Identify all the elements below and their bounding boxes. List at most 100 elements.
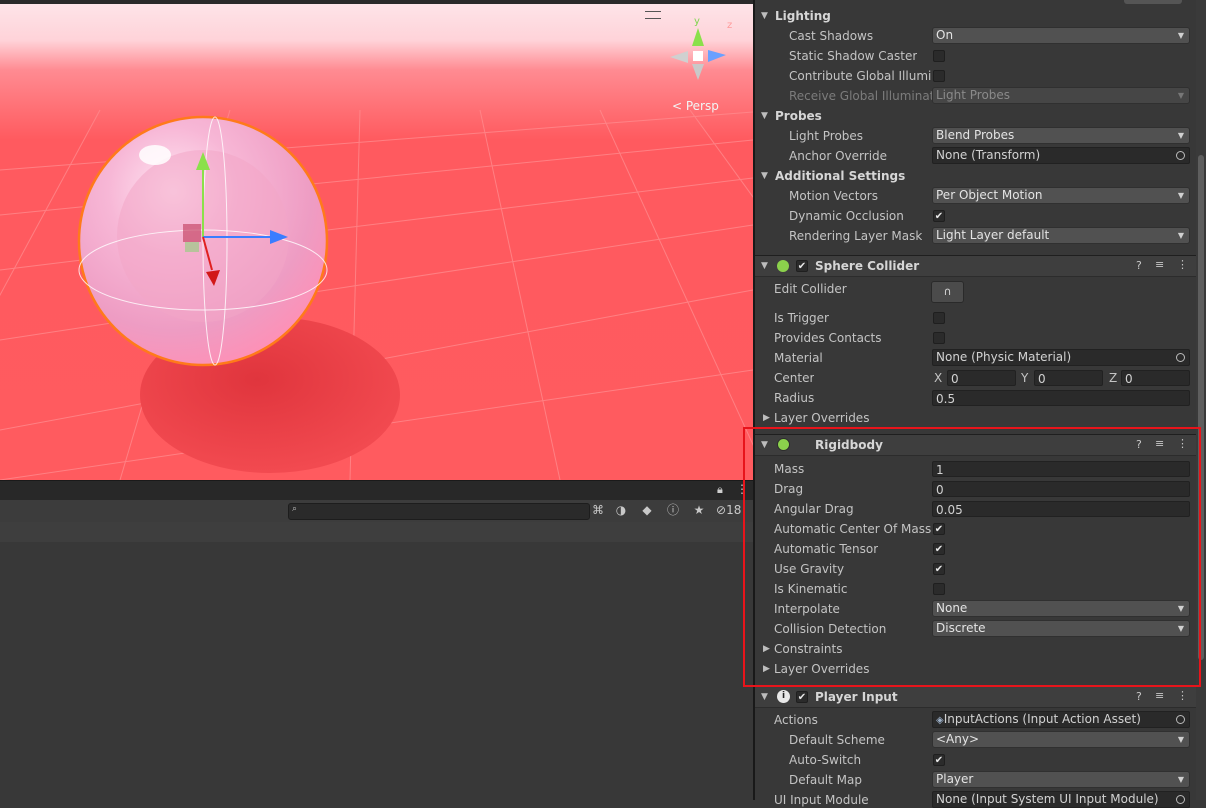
chevron-down-icon: ▼	[1177, 131, 1184, 140]
chevron-down-icon: ▼	[1177, 775, 1184, 784]
additional-foldout-arrow-icon[interactable]: ▼	[761, 171, 768, 181]
static-shadow-checkbox[interactable]	[933, 50, 945, 62]
component-menu-icon[interactable]: ⋮	[1177, 258, 1188, 271]
center-y-label[interactable]: Y	[1021, 371, 1028, 385]
motion-vectors-dropdown[interactable]: Per Object Motion ▼	[932, 187, 1190, 204]
chevron-down-icon: ▼	[1177, 735, 1184, 744]
anchor-override-label: Anchor Override	[789, 149, 888, 163]
ui-input-module-label: UI Input Module	[774, 793, 869, 807]
auto-switch-checkbox[interactable]: ✔	[933, 754, 945, 766]
chevron-down-icon: ▼	[1177, 31, 1184, 40]
auto-switch-label: Auto-Switch	[789, 753, 862, 767]
orientation-gizmo[interactable]: y z	[670, 16, 732, 80]
radius-label: Radius	[774, 391, 815, 405]
player-input-title: Player Input	[815, 690, 898, 704]
help-icon[interactable]: ?	[1136, 259, 1142, 272]
center-z-label[interactable]: Z	[1109, 371, 1117, 385]
center-z-field[interactable]: 0	[1121, 370, 1190, 386]
dynamic-occlusion-label: Dynamic Occlusion	[789, 209, 904, 223]
anchor-override-field[interactable]: None (Transform)	[932, 147, 1190, 164]
svg-text:y: y	[694, 16, 700, 27]
object-picker-icon[interactable]	[1176, 353, 1185, 362]
search-by-type-icon[interactable]: ⌘	[589, 502, 607, 518]
object-picker-icon[interactable]	[1176, 151, 1185, 160]
search-input[interactable]: ⌕	[288, 503, 590, 520]
presets-icon[interactable]: ≡	[1155, 689, 1164, 702]
actions-value: InputActions (Input Action Asset)	[943, 712, 1141, 726]
collider-layer-overrides-label[interactable]: Layer Overrides	[774, 411, 869, 425]
bottom-panel-tabbar: 🔒︎ ⋮	[0, 480, 753, 501]
provides-contacts-label: Provides Contacts	[774, 331, 882, 345]
additional-settings-title[interactable]: Additional Settings	[775, 169, 905, 183]
default-map-dropdown[interactable]: Player ▼	[932, 771, 1190, 788]
rendering-layer-value: Light Layer default	[936, 228, 1050, 242]
default-scheme-label: Default Scheme	[789, 733, 885, 747]
rendering-layer-dropdown[interactable]: Light Layer default ▼	[932, 227, 1190, 244]
cast-shadows-label: Cast Shadows	[789, 29, 874, 43]
is-trigger-checkbox[interactable]	[933, 312, 945, 324]
anchor-override-value: None (Transform)	[936, 148, 1041, 162]
cast-shadows-dropdown[interactable]: On ▼	[932, 27, 1190, 44]
scene-menu-icon[interactable]	[645, 11, 661, 19]
light-probes-value: Blend Probes	[936, 128, 1015, 142]
edit-collider-icon: ∩	[943, 285, 952, 298]
gizmo-plane-handle[interactable]	[183, 224, 201, 242]
radius-field[interactable]: 0.5	[932, 390, 1190, 406]
static-shadow-label: Static Shadow Caster	[789, 49, 918, 63]
lighting-title[interactable]: Lighting	[775, 9, 831, 23]
material-value: None (Physic Material)	[936, 350, 1072, 364]
light-probes-dropdown[interactable]: Blend Probes ▼	[932, 127, 1190, 144]
collider-layer-overrides-arrow-icon[interactable]: ▶	[763, 413, 770, 423]
favorite-star-icon[interactable]: ★	[690, 502, 708, 518]
actions-label: Actions	[774, 713, 818, 727]
contribute-gi-checkbox[interactable]	[933, 70, 945, 82]
default-scheme-value: <Any>	[936, 732, 980, 746]
center-y-field[interactable]: 0	[1034, 370, 1103, 386]
probes-foldout-arrow-icon[interactable]: ▼	[761, 111, 768, 121]
default-scheme-dropdown[interactable]: <Any> ▼	[932, 731, 1190, 748]
center-x-label[interactable]: X	[934, 371, 942, 385]
object-picker-icon[interactable]	[1176, 715, 1185, 724]
is-trigger-label: Is Trigger	[774, 311, 829, 325]
sphere-collider-enabled-checkbox[interactable]: ✔	[796, 260, 808, 272]
scene-canvas[interactable]: y z	[0, 0, 753, 480]
motion-vectors-label: Motion Vectors	[789, 189, 878, 203]
actions-field[interactable]: ◈InputActions (Input Action Asset)	[932, 711, 1190, 728]
dynamic-occlusion-checkbox[interactable]: ✔	[933, 210, 945, 222]
edit-collider-button[interactable]: ∩	[931, 281, 964, 303]
sphere-collider-title: Sphere Collider	[815, 259, 920, 273]
chevron-down-icon: ▼	[1177, 91, 1184, 100]
material-field[interactable]: None (Physic Material)	[932, 349, 1190, 366]
receive-gi-value: Light Probes	[936, 88, 1011, 102]
sphere-collider-foldout-icon[interactable]: ▼	[761, 261, 768, 271]
hidden-count: 18	[726, 503, 742, 517]
log-filter-icon[interactable]: ⓘ	[664, 502, 682, 518]
material-label: Material	[774, 351, 823, 365]
chevron-down-icon: ▼	[1177, 231, 1184, 240]
component-menu-icon[interactable]: ⋮	[1177, 689, 1188, 702]
receive-gi-label: Receive Global Illuminatic	[789, 89, 932, 103]
lighting-foldout-arrow-icon[interactable]: ▼	[761, 11, 768, 21]
presets-icon[interactable]: ≡	[1155, 258, 1164, 271]
svg-text:z: z	[727, 20, 732, 31]
player-input-foldout-icon[interactable]: ▼	[761, 692, 768, 702]
cast-shadows-value: On	[936, 28, 954, 42]
persp-label[interactable]: < Persp	[672, 99, 719, 113]
player-input-enabled-checkbox[interactable]: ✔	[796, 691, 808, 703]
lock-icon[interactable]: 🔒︎	[717, 483, 723, 497]
top-button-stub[interactable]	[1124, 0, 1182, 4]
scene-view[interactable]: y z < Persp	[0, 0, 753, 480]
edit-collider-label: Edit Collider	[774, 282, 847, 296]
sphere-collider-header[interactable]: ▼ ✔ Sphere Collider ? ≡ ⋮	[755, 255, 1196, 277]
filter-type-icon[interactable]: ◑	[612, 502, 630, 518]
player-input-header[interactable]: ▼ i ✔ Player Input ? ≡ ⋮	[755, 686, 1196, 708]
input-actions-asset-icon: ◈	[936, 715, 944, 726]
bottom-panel-header	[0, 522, 753, 542]
help-icon[interactable]: ?	[1136, 690, 1142, 703]
provides-contacts-checkbox[interactable]	[933, 332, 945, 344]
probes-title[interactable]: Probes	[775, 109, 822, 123]
center-x-field[interactable]: 0	[947, 370, 1016, 386]
receive-gi-dropdown: Light Probes ▼	[932, 87, 1190, 104]
label-tag-icon[interactable]: ◆	[638, 502, 656, 518]
ui-input-module-value: None (Input System UI Input Module)	[936, 792, 1159, 806]
